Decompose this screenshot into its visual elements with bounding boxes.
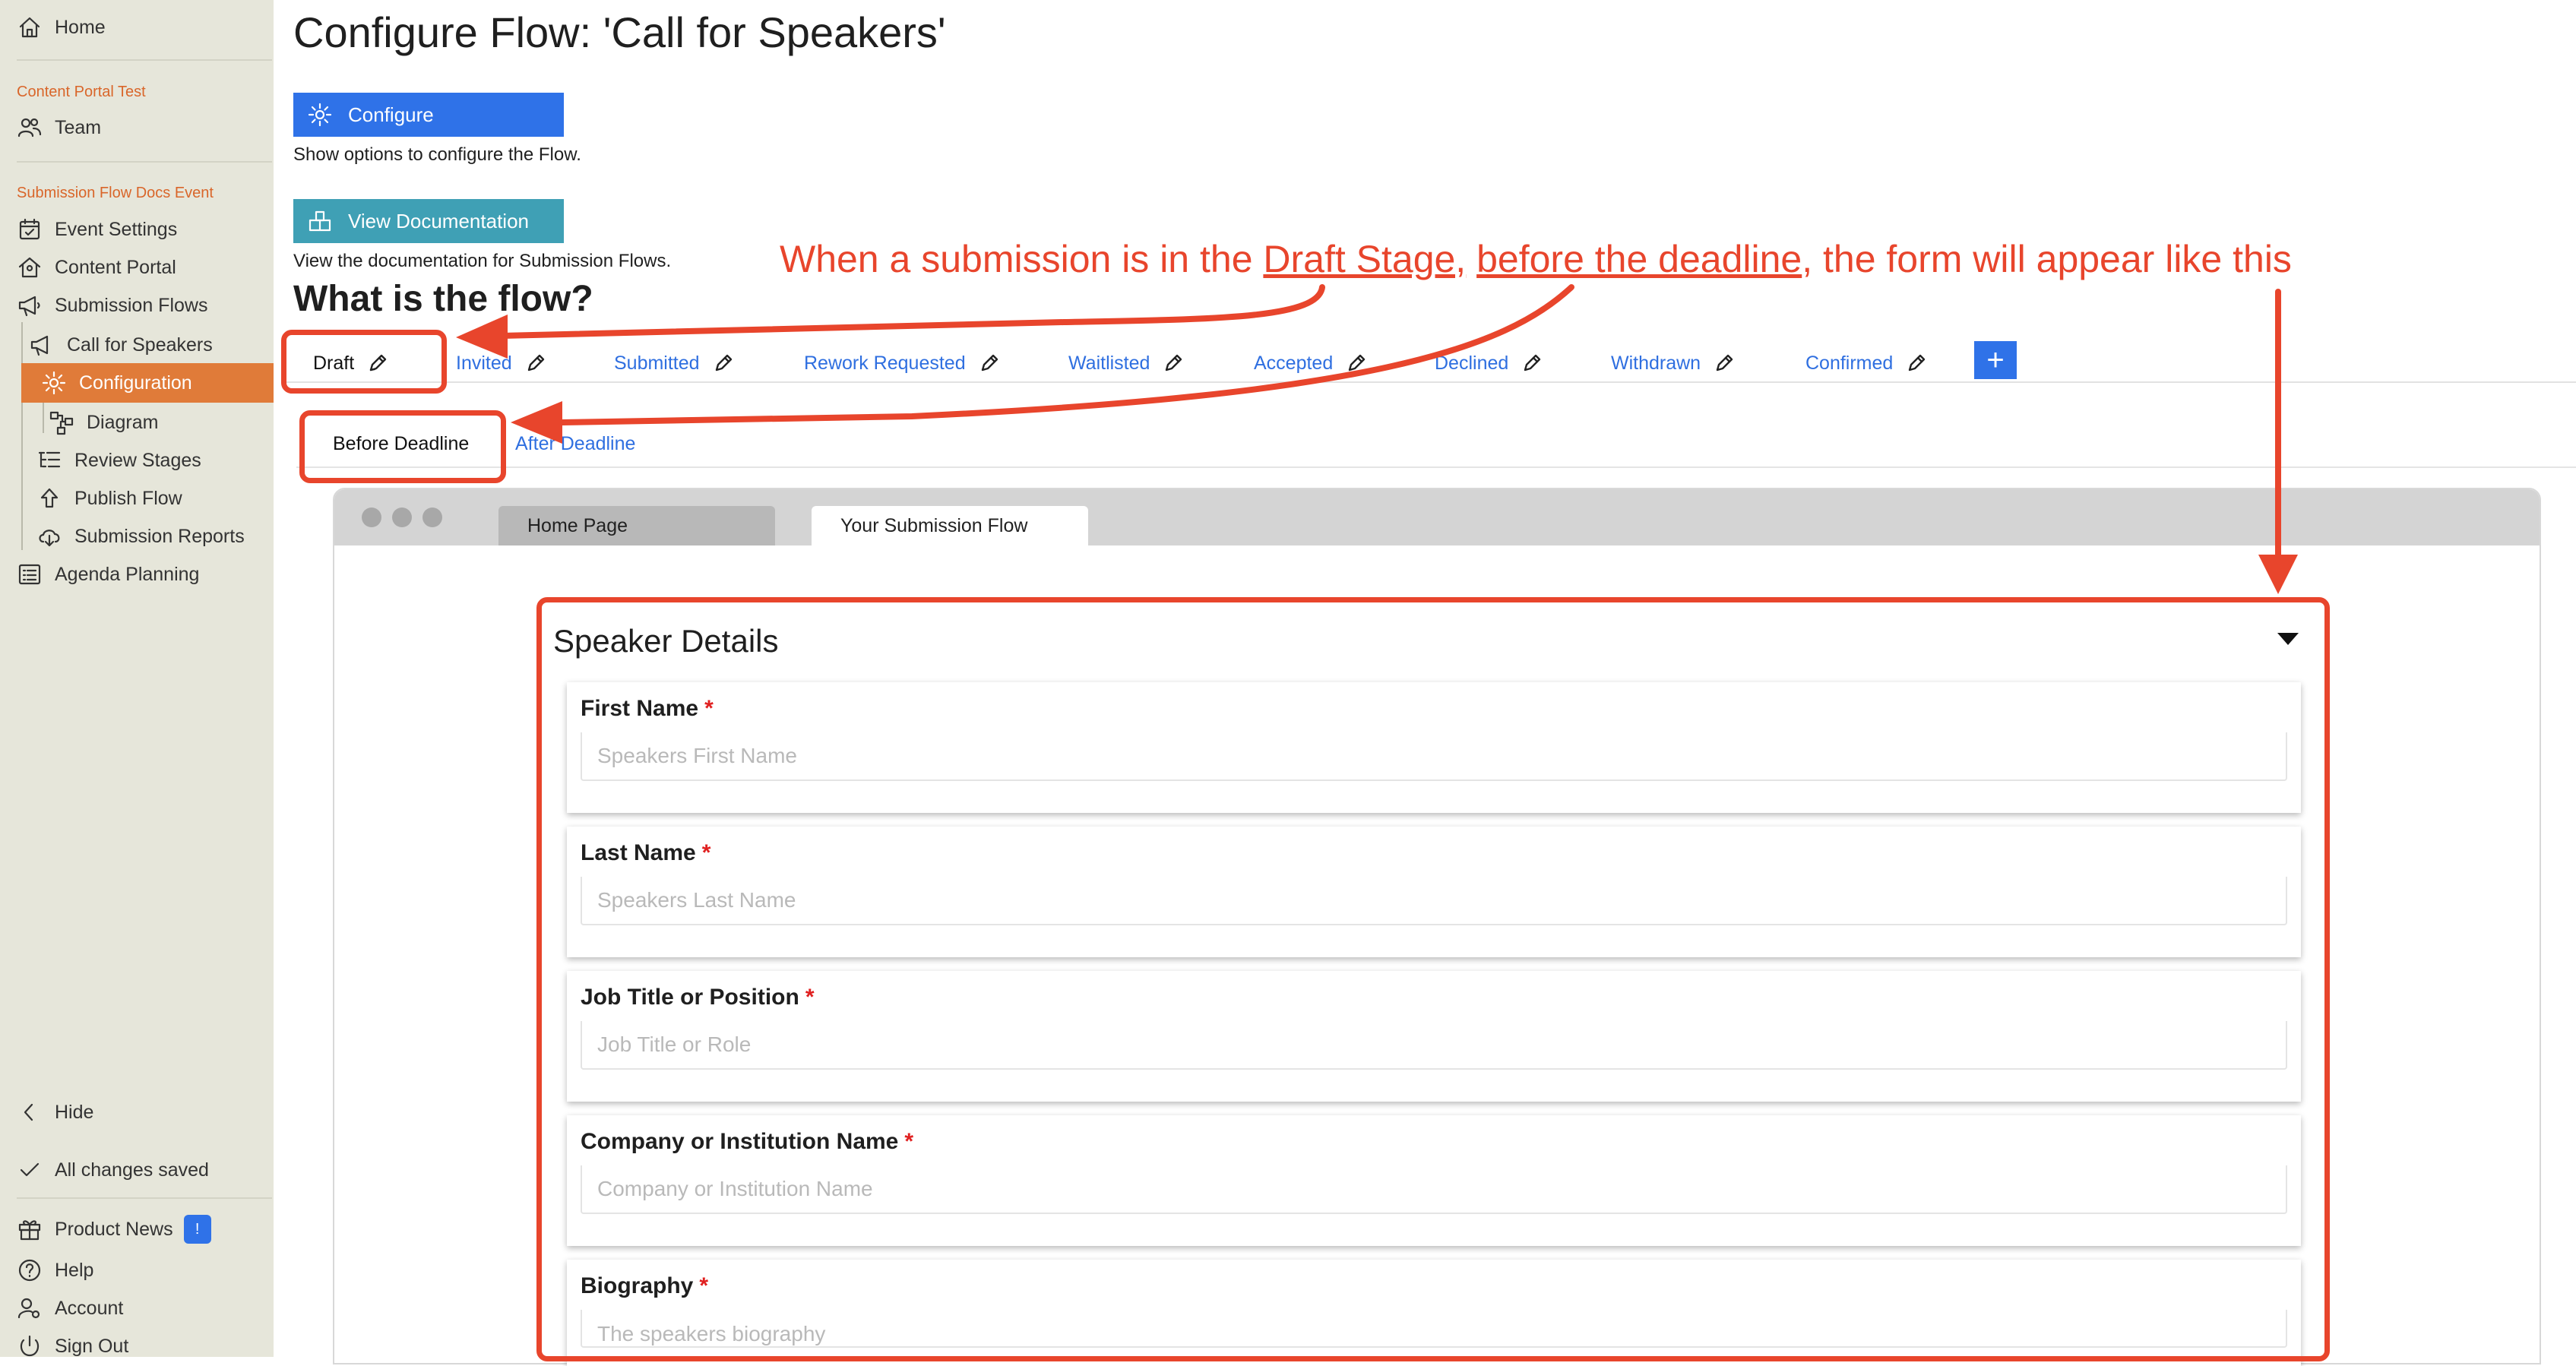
sidebar-item-home[interactable]: Home xyxy=(17,11,106,44)
news-badge: ! xyxy=(183,1215,211,1244)
annotation-before-deadline: before the deadline xyxy=(1476,238,1802,280)
tree-line xyxy=(43,403,44,433)
sidebar-item-help[interactable]: Help xyxy=(17,1254,93,1287)
window-dot xyxy=(362,508,381,527)
sidebar: Home Content Portal Test Team Submission… xyxy=(0,0,274,1357)
megaphone-icon xyxy=(18,296,40,317)
page-title: Configure Flow: 'Call for Speakers' xyxy=(293,8,946,56)
browser-toolbar: Home Page Your Submission Flow xyxy=(334,489,2540,545)
documentation-icon xyxy=(309,210,331,232)
sidebar-item-publish-flow[interactable]: Publish Flow xyxy=(36,482,182,515)
sidebar-item-call-for-speakers[interactable]: Call for Speakers xyxy=(29,328,213,362)
sidebar-item-content-portal[interactable]: Content Portal xyxy=(17,251,176,284)
pencil-icon[interactable] xyxy=(1713,352,1736,375)
annotation-part xyxy=(1466,238,1476,280)
sidebar-item-team[interactable]: Team xyxy=(17,111,101,144)
annotation-part: When a submission is in the xyxy=(780,238,1264,280)
sidebar-item-review-stages[interactable]: Review Stages xyxy=(36,444,201,477)
tab-waitlisted[interactable]: Waitlisted xyxy=(1068,346,1185,380)
sidebar-item-sign-out[interactable]: Sign Out xyxy=(17,1330,128,1363)
sidebar-item-product-news[interactable]: Product News ! xyxy=(17,1213,211,1246)
view-documentation-button[interactable]: View Documentation xyxy=(293,199,564,243)
help-icon xyxy=(18,1259,41,1282)
annotation-draft-stage: Draft Stage, xyxy=(1263,238,1467,280)
sidebar-item-configuration[interactable]: Configuration xyxy=(21,363,274,403)
tab-accepted[interactable]: Accepted xyxy=(1254,346,1368,380)
tab-declined[interactable]: Declined xyxy=(1435,346,1543,380)
annotation-box-form xyxy=(536,597,2330,1361)
sidebar-divider xyxy=(17,59,272,61)
list-tree-icon xyxy=(38,451,61,468)
add-stage-button[interactable]: + xyxy=(1974,341,2017,379)
configure-button[interactable]: Configure xyxy=(293,93,564,137)
gear-icon xyxy=(308,103,332,127)
sidebar-item-configuration-row: Configuration xyxy=(41,366,192,400)
chevron-left-icon xyxy=(24,1103,33,1121)
sidebar-item-submission-flows[interactable]: Submission Flows xyxy=(17,289,207,322)
configure-help-text: Show options to configure the Flow. xyxy=(293,144,581,165)
check-icon xyxy=(20,1162,40,1177)
power-icon xyxy=(20,1335,40,1357)
sidebar-section-event: Submission Flow Docs Event xyxy=(17,185,214,201)
hide-sidebar-button[interactable]: Hide xyxy=(17,1096,93,1129)
browser-tab-home-page[interactable]: Home Page xyxy=(498,506,775,545)
tab-confirmed[interactable]: Confirmed xyxy=(1805,346,1928,380)
pencil-icon[interactable] xyxy=(1905,352,1928,375)
pencil-icon[interactable] xyxy=(1345,352,1368,375)
tab-withdrawn[interactable]: Withdrawn xyxy=(1611,346,1736,380)
pencil-icon[interactable] xyxy=(712,352,735,375)
pencil-icon[interactable] xyxy=(978,352,1001,375)
sidebar-section-org: Content Portal Test xyxy=(17,84,146,100)
tree-line xyxy=(21,322,23,550)
upload-arrow-icon xyxy=(40,488,59,508)
annotation-text: When a submission is in the Draft Stage,… xyxy=(780,237,2292,281)
browser-tab-submission-flow[interactable]: Your Submission Flow xyxy=(812,506,1088,545)
sidebar-divider xyxy=(17,161,272,163)
flow-heading: What is the flow? xyxy=(293,279,593,319)
sidebar-item-diagram[interactable]: Diagram xyxy=(49,406,158,439)
tab-invited[interactable]: Invited xyxy=(456,346,547,380)
docs-help-text: View the documentation for Submission Fl… xyxy=(293,251,672,271)
tab-submitted[interactable]: Submitted xyxy=(614,346,735,380)
pencil-icon[interactable] xyxy=(1521,352,1543,375)
subtabs-divider xyxy=(296,466,2576,468)
portal-home-icon xyxy=(18,257,41,278)
gift-icon xyxy=(18,1220,41,1241)
diagram-icon xyxy=(49,411,74,435)
team-icon xyxy=(17,118,42,138)
sidebar-item-submission-reports[interactable]: Submission Reports xyxy=(36,520,245,553)
gear-icon xyxy=(42,371,66,395)
cloud-download-icon xyxy=(39,530,60,547)
account-gear-icon xyxy=(17,1298,40,1319)
sidebar-item-account[interactable]: Account xyxy=(17,1292,123,1325)
sidebar-item-event-settings[interactable]: Event Settings xyxy=(17,213,177,246)
subtab-after-deadline[interactable]: After Deadline xyxy=(515,427,635,460)
pencil-icon[interactable] xyxy=(1162,352,1185,375)
home-icon xyxy=(19,17,40,38)
megaphone-icon xyxy=(30,335,49,356)
annotation-box-before-deadline xyxy=(299,410,506,483)
annotation-part: , the form will appear like this xyxy=(1802,238,2292,280)
agenda-list-icon xyxy=(18,564,41,585)
sidebar-item-agenda-planning[interactable]: Agenda Planning xyxy=(17,558,199,591)
annotation-box-draft xyxy=(281,330,447,394)
tab-rework-requested[interactable]: Rework Requested xyxy=(804,346,1001,380)
tabs-divider xyxy=(281,381,2576,383)
calendar-icon xyxy=(19,218,40,240)
pencil-icon[interactable] xyxy=(524,352,547,375)
window-dot xyxy=(422,508,442,527)
window-dot xyxy=(392,508,412,527)
sidebar-divider xyxy=(17,1197,272,1199)
save-status: All changes saved xyxy=(17,1153,209,1187)
